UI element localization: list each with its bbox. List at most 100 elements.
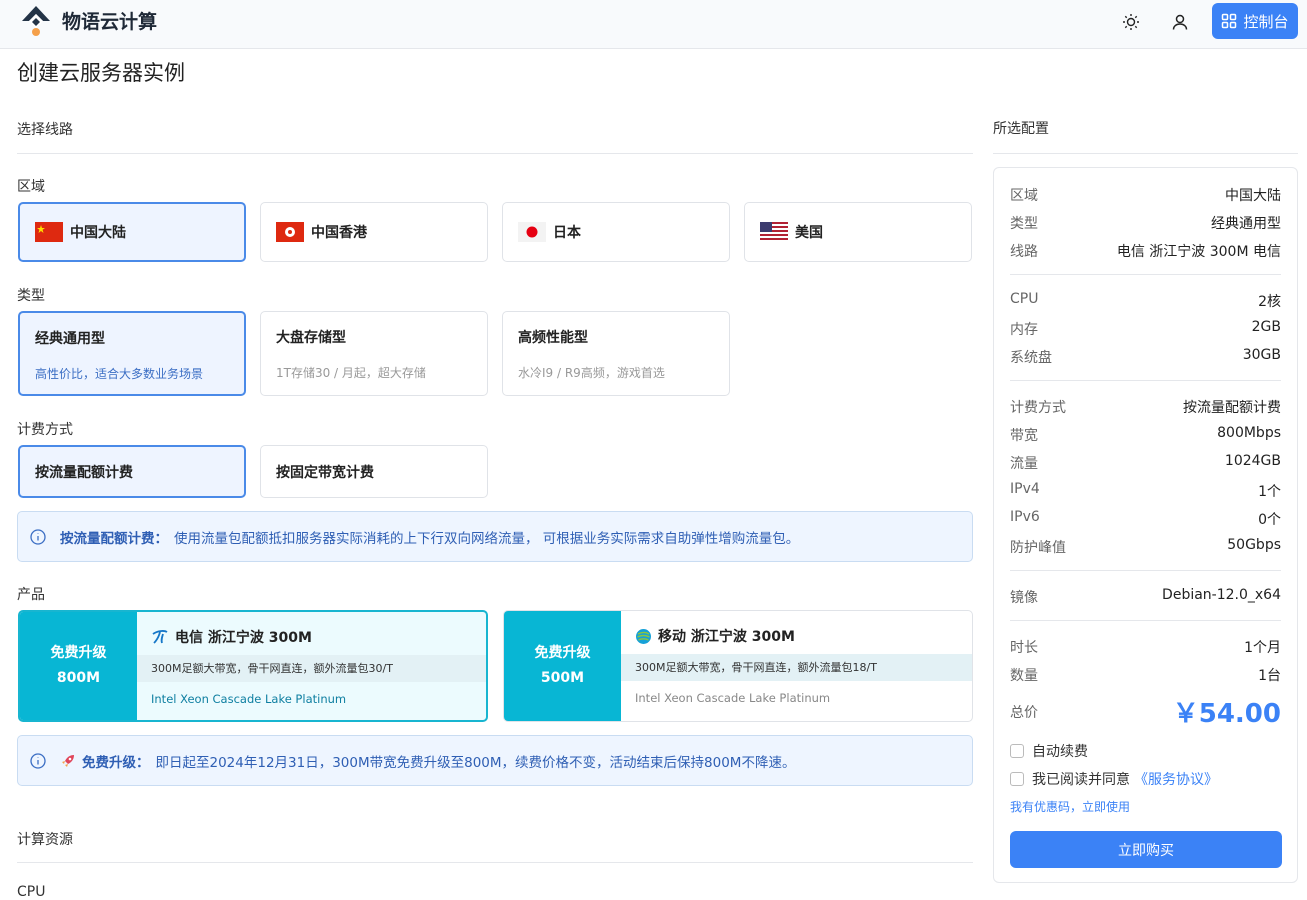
summary-value: 30GB [1242,347,1281,363]
service-agreement-link[interactable]: 《服务协议》 [1134,769,1218,789]
summary-title: 所选配置 [993,121,1049,137]
type-option-storage[interactable]: 大盘存储型 1T存储30 / 月起，超大存储 [260,311,488,396]
summary-key: 时长 [1010,640,1038,656]
badge-line2: 500M [540,670,585,686]
summary-value: 中国大陆 [1225,188,1281,204]
product-option-telecom[interactable]: 免费升级 800M 电信 浙江宁波 300M 300M足额大带宽，骨干网直连，额… [18,610,488,722]
region-name: 美国 [795,225,823,241]
flag-jp-icon [518,222,546,242]
region-option-jp[interactable]: 日本 [502,202,730,262]
divider [17,153,973,154]
type-name: 大盘存储型 [276,330,346,346]
total-price: ￥54.00 [1172,699,1281,729]
info-icon [30,752,46,769]
rocket-icon [62,754,74,767]
summary-key: 区域 [1010,188,1038,204]
product-cpu: Intel Xeon Cascade Lake Platinum [151,692,347,706]
billing-option-fixed[interactable]: 按固定带宽计费 [260,445,488,498]
agree-terms-checkbox[interactable]: 我已阅读并同意 《服务协议》 [1010,769,1218,789]
region-name: 中国大陆 [70,225,126,241]
summary-value: 1个 [1258,484,1281,500]
type-option-performance[interactable]: 高频性能型 水冷I9 / R9高频，游戏首选 [502,311,730,396]
summary-row: CPU 2核 [1010,291,1281,311]
summary-divider [1010,620,1281,621]
summary-row: 类型 经典通用型 [1010,213,1281,233]
billing-info-text: 使用流量包配额抵扣服务器实际消耗的上下行双向网络流量， 可根据业务实际需求自助弹… [174,530,800,547]
summary-key: 数量 [1010,668,1038,684]
summary-row: IPv4 1个 [1010,481,1281,501]
summary-value: 50Gbps [1227,537,1281,553]
summary-row: 内存 2GB [1010,319,1281,339]
summary-row: 流量 1024GB [1010,453,1281,473]
billing-info-title: 按流量配额计费： [60,530,168,547]
badge-line1: 免费升级 [534,645,591,661]
coupon-link[interactable]: 我有优惠码，立即使用 [1010,798,1130,815]
summary-value: 2GB [1251,319,1281,335]
checkbox-box[interactable] [1010,772,1024,786]
console-label: 控制台 [1243,12,1289,31]
summary-key: 线路 [1010,244,1038,260]
total-label: 总价 [1010,704,1038,721]
summary-row: 镜像 Debian-12.0_x64 [1010,587,1281,607]
summary-key: 防护峰值 [1010,540,1066,556]
summary-row: 系统盘 30GB [1010,347,1281,367]
summary-panel: 区域 中国大陆 类型 经典通用型 线路 电信 浙江宁波 300M 电信 CPU 2核 内… [993,167,1298,883]
section-title-compute: 计算资源 [17,832,73,848]
user-icon[interactable] [1168,10,1192,34]
product-title: 电信 浙江宁波 300M [175,630,312,646]
cpu-label: CPU [17,884,46,900]
top-bar: 物语云计算 控制台 [0,0,1307,49]
summary-key: 带宽 [1010,428,1038,444]
product-option-mobile[interactable]: 免费升级 500M 移动 浙江宁波 300M 300M足额大带宽，骨干网直连，额… [503,610,973,722]
summary-value: 1024GB [1224,453,1281,469]
auto-renew-label: 自动续费 [1032,744,1088,760]
product-title: 移动 浙江宁波 300M [658,629,795,645]
summary-key: IPv4 [1010,481,1040,497]
logo-icon [22,6,50,36]
billing-option-traffic[interactable]: 按流量配额计费 [18,445,246,498]
type-desc: 水冷I9 / R9高频，游戏首选 [518,366,665,380]
type-label: 类型 [17,288,45,304]
upgrade-badge: 免费升级 500M [504,611,621,721]
summary-value: Debian-12.0_x64 [1162,587,1281,603]
summary-key: 内存 [1010,322,1038,338]
theme-toggle-sun-icon[interactable] [1119,10,1143,34]
summary-divider [1010,570,1281,571]
type-name: 高频性能型 [518,330,588,346]
type-desc: 高性价比，适合大多数业务场景 [35,367,204,381]
total-price-row: 总价 ￥54.00 [1010,693,1281,730]
region-option-hk[interactable]: 中国香港 [260,202,488,262]
badge-line2: 800M [56,670,101,686]
summary-row: 带宽 800Mbps [1010,425,1281,445]
type-option-general[interactable]: 经典通用型 高性价比，适合大多数业务场景 [18,311,246,396]
brand[interactable]: 物语云计算 [20,4,157,36]
upgrade-badge: 免费升级 800M [20,612,137,720]
agree-prefix: 我已阅读并同意 [1032,772,1130,788]
product-label: 产品 [17,587,45,603]
console-button[interactable]: 控制台 [1212,3,1298,39]
promo-text: 即日起至2024年12月31日，300M带宽免费升级至800M，续费价格不变，活… [155,754,796,771]
region-option-us[interactable]: 美国 [744,202,972,262]
summary-divider [1010,380,1281,381]
buy-button[interactable]: 立即购买 [1010,831,1282,868]
checkbox-box[interactable] [1010,744,1024,758]
flag-hk-icon [276,222,304,242]
type-desc: 1T存储30 / 月起，超大存储 [276,366,426,380]
auto-renew-checkbox[interactable]: 自动续费 [1010,741,1088,761]
summary-row: 区域 中国大陆 [1010,185,1281,205]
region-option-cn[interactable]: 中国大陆 [18,202,246,262]
summary-key: 计费方式 [1010,400,1066,416]
summary-value: 1个月 [1244,640,1281,656]
summary-row: 计费方式 按流量配额计费 [1010,397,1281,417]
flag-us-icon [760,222,788,242]
summary-divider [1010,274,1281,275]
brand-name: 物语云计算 [62,10,158,33]
page-title: 创建云服务器实例 [17,61,185,85]
badge-line1: 免费升级 [50,645,107,661]
summary-row: 防护峰值 50Gbps [1010,537,1281,557]
info-icon [30,528,46,545]
summary-key: 类型 [1010,216,1038,232]
summary-row: 线路 电信 浙江宁波 300M 电信 [1010,241,1281,261]
summary-row: IPv6 0个 [1010,509,1281,529]
billing-info-banner: 按流量配额计费： 使用流量包配额抵扣服务器实际消耗的上下行双向网络流量， 可根据… [17,511,973,562]
